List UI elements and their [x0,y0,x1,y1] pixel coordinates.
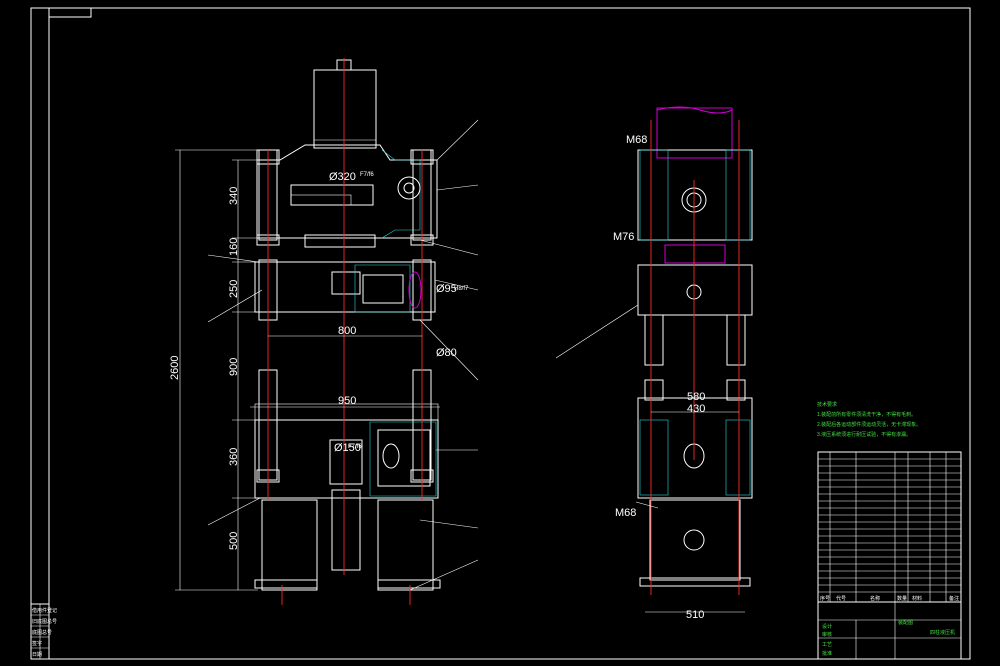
margin-label-2: 旧底图总号 [32,618,57,625]
dim-160: 160 [228,238,240,256]
drawing-frame [30,7,971,660]
dim-thread-top: M68 [626,134,647,146]
dim-340: 340 [228,187,240,205]
left-margin-block: 借用件登记 旧底图总号 底图总号 签字 日期 [30,603,57,660]
tech-req-line-2: 2.装配后各运动部件须运动灵活，无卡滞现象。 [817,421,921,428]
parts-list-table: 序号 代号 名称 数量 材料 备注 [817,451,962,603]
dim-510: 510 [686,609,704,621]
front-view-dimensions: 2600 340 160 250 900 360 500 800 950 Ø32… [169,171,469,550]
drawing-title: 装配图 [898,619,913,626]
parts-header-code: 代号 [836,595,846,602]
dim-250: 250 [228,280,240,298]
dim-thread-bottom: M68 [615,507,636,519]
dim-bore-rod: Ø80 [436,347,457,359]
parts-header-remark: 备注 [949,595,959,602]
dim-overall-height: 2600 [169,356,181,380]
dim-900: 900 [228,358,240,376]
tech-req-line-1: 1.装配前所有零件须清洗干净，不得有毛刺。 [817,411,916,418]
dim-580: 580 [687,391,705,403]
margin-label-3: 底图总号 [32,629,52,636]
designation: 四柱液压机 [930,629,955,636]
margin-label-5: 日期 [32,652,42,658]
front-view [175,58,479,605]
dim-360: 360 [228,448,240,466]
cad-drawing-canvas: 借用件登记 旧底图总号 底图总号 签字 日期 2600 340 160 250 … [30,7,971,660]
tech-req-line-3: 3.液压系统须进行耐压试验，不得有渗漏。 [817,431,911,438]
upper-crossbeam [256,144,438,239]
dim-bore-mid-fit: H8/f7 [454,286,469,292]
dim-500: 500 [228,532,240,550]
moving-slide [254,261,436,313]
label-approve: 批准 [822,650,832,657]
dim-bore-top-fit: F7/f6 [360,172,374,178]
side-view [555,106,753,613]
dim-430: 430 [687,403,705,415]
label-design: 设计 [822,623,832,630]
dim-800: 800 [338,325,356,337]
dim-bore-top: Ø320 [329,171,356,183]
label-process: 工艺 [822,642,832,648]
dim-thread-mid: M76 [613,231,634,243]
technical-requirements: 技术要求 1.装配前所有零件须清洗干净，不得有毛刺。 2.装配后各运动部件须运动… [817,401,921,438]
margin-label-4: 签字 [32,640,42,647]
label-review: 审核 [822,631,832,638]
parts-header-material: 材料 [912,595,922,602]
parts-header-qty: 数量 [897,595,907,602]
tech-req-title: 技术要求 [817,401,837,408]
parts-header-no: 序号 [820,595,830,602]
motor-housing [313,69,377,149]
parts-header-name: 名称 [870,595,880,602]
dim-bore-bottom-fit: F7/f6 [348,444,362,450]
margin-label-1: 借用件登记 [32,607,57,614]
dim-950: 950 [338,395,356,407]
title-block: 装配图 四柱液压机 设计 审核 工艺 批准 [817,601,962,660]
